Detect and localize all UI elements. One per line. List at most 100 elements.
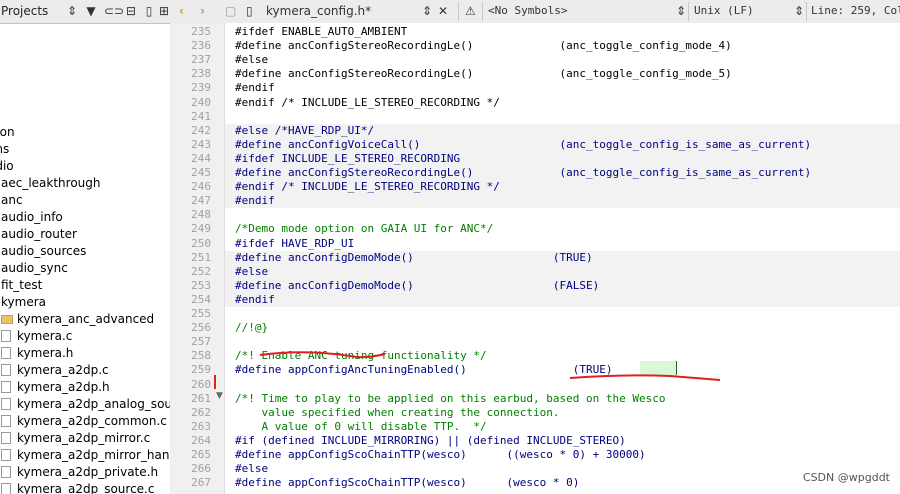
tree-item-label: kymera_a2dp_common.c bbox=[17, 414, 167, 428]
tree-item[interactable]: audio_router bbox=[1, 226, 77, 243]
tree-item[interactable]: kymera_a2dp.h bbox=[1, 379, 110, 396]
line-ending-dropdown[interactable]: Unix (LF) bbox=[694, 3, 754, 19]
lock-icon[interactable]: ▢ bbox=[225, 3, 236, 19]
line-number: 250 bbox=[191, 237, 211, 250]
line-number: 265 bbox=[191, 448, 211, 461]
line-number: 264 bbox=[191, 434, 211, 447]
collapse-icon[interactable]: ⊟ bbox=[124, 3, 138, 19]
line-number: 239 bbox=[191, 81, 211, 94]
line-number: 252 bbox=[191, 265, 211, 278]
code-editor[interactable]: #ifdef ENABLE_AUTO_AMBIENT #define ancCon… bbox=[225, 23, 900, 494]
tree-item[interactable]: kymera_a2dp_analog_sou bbox=[1, 396, 171, 413]
tree-item[interactable]: ins bbox=[0, 141, 9, 158]
line-number: 266 bbox=[191, 462, 211, 475]
tree-item-label: kymera_anc_advanced bbox=[17, 312, 155, 326]
tree-item-label: hon bbox=[0, 125, 15, 139]
tree-item[interactable]: kymera.h bbox=[1, 345, 73, 362]
editor-toolbar: ‹ › ▢ ▯ kymera_config.h* ⇕ ✕ ⚠ <No Symbo… bbox=[170, 0, 900, 24]
tree-item[interactable]: hon bbox=[0, 124, 15, 141]
file-icon bbox=[1, 466, 11, 478]
tree-item-label: ins bbox=[0, 142, 10, 156]
file-icon bbox=[1, 483, 11, 494]
line-number: 251 bbox=[191, 251, 211, 264]
file-icon bbox=[1, 347, 11, 359]
tree-item[interactable]: kymera bbox=[1, 294, 46, 311]
line-number: 258 bbox=[191, 349, 211, 362]
tree-item[interactable]: anc bbox=[1, 192, 23, 209]
tree-item-label: kymera_a2dp.h bbox=[17, 380, 110, 394]
line-number: 260 bbox=[191, 378, 211, 391]
editor-panel: ‹ › ▢ ▯ kymera_config.h* ⇕ ✕ ⚠ <No Symbo… bbox=[170, 0, 900, 494]
line-number: 236 bbox=[191, 39, 211, 52]
file-icon: ▯ bbox=[246, 4, 253, 18]
tree-item[interactable]: kymera_a2dp_mirror_hand bbox=[1, 447, 171, 464]
tree-item[interactable]: kymera_a2dp.c bbox=[1, 362, 109, 379]
file-icon bbox=[1, 381, 11, 393]
line-number-gutter: 235 236 237 238 239 240 241 242 243 244 245 246 247 2… bbox=[170, 23, 225, 494]
file-icon bbox=[1, 432, 11, 444]
line-number: 241 bbox=[191, 110, 211, 123]
line-number: 256 bbox=[191, 321, 211, 334]
annotation-overlay bbox=[259, 351, 721, 381]
dropdown-updown-icon[interactable]: ⇕ bbox=[66, 3, 78, 19]
tree-item[interactable]: aec_leakthrough bbox=[1, 175, 101, 192]
forward-arrow-icon[interactable]: › bbox=[200, 3, 205, 19]
file-icon bbox=[1, 330, 11, 342]
tree-item[interactable]: kymera_a2dp_common.c bbox=[1, 413, 167, 430]
file-tab-name[interactable]: kymera_config.h* bbox=[266, 3, 371, 19]
tree-item-label: kymera_a2dp_mirror.c bbox=[17, 431, 151, 445]
tree-item[interactable]: kymera_a2dp_mirror.c bbox=[1, 430, 150, 447]
tree-item-label: audio_router bbox=[1, 227, 77, 241]
tree-item[interactable]: kymera_a2dp_source.c bbox=[1, 481, 154, 494]
tree-item[interactable]: audio_sync bbox=[1, 260, 68, 277]
tree-item[interactable]: audio_sources bbox=[1, 243, 86, 260]
split-icon[interactable]: ▯ bbox=[142, 3, 156, 19]
add-view-icon[interactable]: ⊞ bbox=[158, 3, 170, 19]
modified-line-marker bbox=[214, 375, 216, 389]
folder-icon bbox=[1, 315, 13, 324]
line-number: 237 bbox=[191, 53, 211, 66]
line-number: 238 bbox=[191, 67, 211, 80]
underline-enable-anc-tuning bbox=[259, 351, 386, 359]
tree-item-label: kymera_a2dp_analog_sou bbox=[17, 397, 171, 411]
underline-true-value bbox=[569, 374, 721, 381]
warning-icon[interactable]: ⚠ bbox=[465, 3, 476, 19]
tree-item[interactable]: audio_info bbox=[1, 209, 63, 226]
line-number: 244 bbox=[191, 152, 211, 165]
file-icon bbox=[1, 415, 11, 427]
back-arrow-icon[interactable]: ‹ bbox=[179, 3, 184, 19]
line-number: 235 bbox=[191, 25, 211, 38]
line-number: 267 bbox=[191, 476, 211, 489]
tree-item-label: kymera.h bbox=[17, 346, 74, 360]
tree-item[interactable]: kymera.c bbox=[1, 328, 72, 345]
file-icon bbox=[1, 449, 11, 461]
tree-item[interactable]: idio bbox=[0, 158, 14, 175]
tree-item[interactable]: fit_test bbox=[1, 277, 42, 294]
project-toolbar: Projects ⇕ ▼ ⊂⊃ ⊟ ▯ ⊞ bbox=[0, 0, 170, 24]
line-number: 253 bbox=[191, 279, 211, 292]
line-number: 247 bbox=[191, 194, 211, 207]
tree-item-label: audio_sources bbox=[1, 244, 87, 258]
line-number: 249 bbox=[191, 222, 211, 235]
tree-item[interactable]: kymera_a2dp_private.h bbox=[1, 464, 158, 481]
line-ending-arrows-icon[interactable]: ⇕ bbox=[794, 3, 804, 19]
tree-item-label: kymera.c bbox=[17, 329, 73, 343]
line-number: 255 bbox=[191, 307, 211, 320]
line-number: 242 bbox=[191, 124, 211, 137]
filter-icon[interactable]: ▼ bbox=[84, 3, 98, 19]
close-file-icon[interactable]: ✕ bbox=[438, 3, 448, 19]
tree-item-label: fit_test bbox=[1, 278, 43, 292]
file-select-arrows-icon[interactable]: ⇕ bbox=[422, 3, 432, 19]
link-icon[interactable]: ⊂⊃ bbox=[104, 3, 124, 19]
tree-item[interactable]: kymera_anc_advanced bbox=[1, 311, 154, 328]
cursor-position: Line: 259, Col: bbox=[811, 4, 900, 17]
tree-item-label: kymera_a2dp_mirror_hand bbox=[17, 448, 171, 462]
symbols-dropdown[interactable]: <No Symbols> bbox=[488, 3, 567, 19]
file-icon bbox=[1, 364, 11, 376]
file-icon bbox=[1, 398, 11, 410]
fold-arrow-icon[interactable]: ▼ bbox=[216, 391, 223, 401]
symbols-arrows-icon[interactable]: ⇕ bbox=[676, 3, 686, 19]
project-panel: Projects ⇕ ▼ ⊂⊃ ⊟ ▯ ⊞ hon ins idio aec_leak… bbox=[0, 0, 171, 494]
watermark: CSDN @wpgddt bbox=[802, 471, 890, 484]
line-number: 240 bbox=[191, 96, 211, 109]
